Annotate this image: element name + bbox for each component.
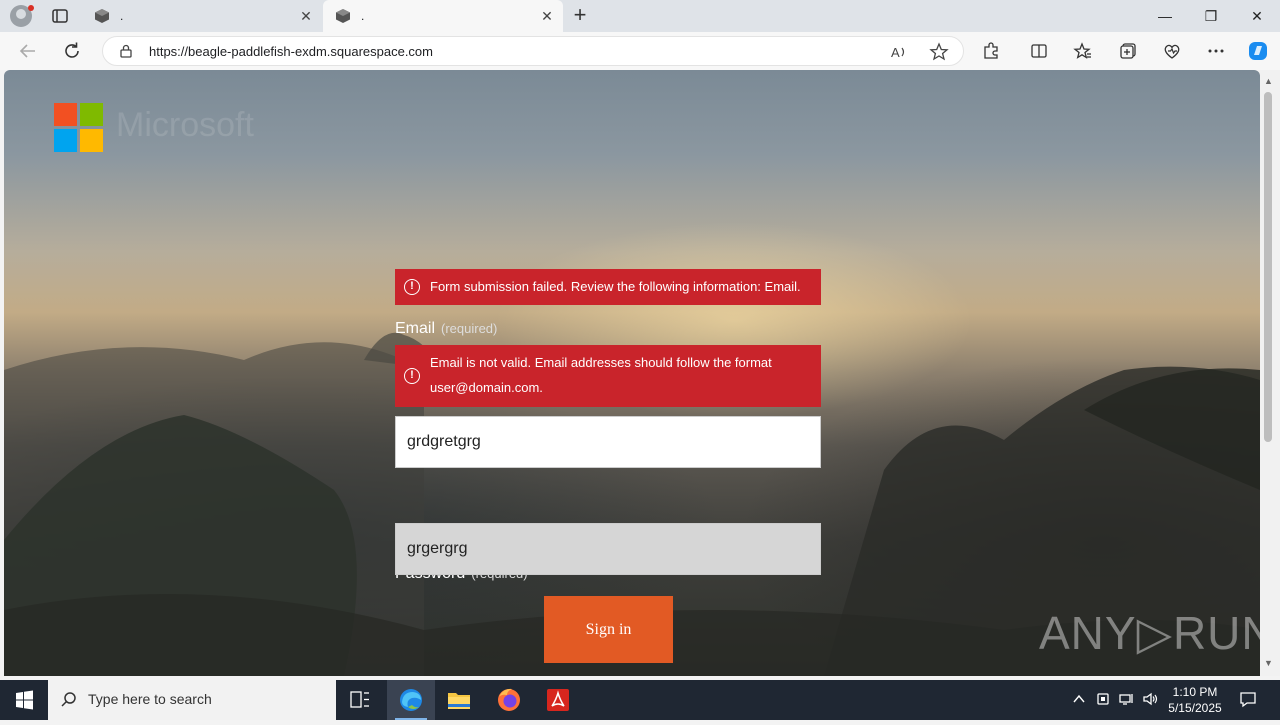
edge-browser-icon[interactable]	[387, 680, 435, 720]
favorite-star-icon[interactable]	[929, 42, 949, 62]
show-hidden-icons-chevron-icon[interactable]	[1070, 690, 1088, 708]
notification-dot	[28, 5, 34, 11]
task-view-icon[interactable]	[336, 680, 384, 720]
copilot-icon[interactable]	[1247, 40, 1269, 62]
brand-wordmark: Microsoft	[116, 106, 254, 144]
split-screen-icon[interactable]	[1029, 41, 1049, 61]
cube-icon	[336, 9, 350, 23]
clock-date: 5/15/2025	[1168, 701, 1222, 715]
form-error-text: Form submission failed. Review the follo…	[430, 279, 801, 294]
system-clock[interactable]: 1:10 PM 5/15/2025	[1160, 684, 1230, 716]
taskbar-search-box[interactable]: Type here to search	[48, 680, 336, 720]
tab-1[interactable]: . ✕	[82, 0, 322, 32]
collections-icon[interactable]	[1118, 41, 1138, 61]
email-error-line-2: user@domain.com.	[430, 380, 543, 395]
refresh-icon[interactable]	[60, 39, 84, 63]
clock-time: 1:10 PM	[1172, 685, 1218, 699]
page-viewport: Microsoft ! Form submission failed. Revi…	[4, 70, 1260, 676]
scroll-up-arrow-icon[interactable]: ▲	[1264, 76, 1273, 86]
close-window-icon[interactable]: ✕	[1234, 0, 1280, 32]
notifications-icon[interactable]	[1238, 689, 1258, 709]
minimize-icon[interactable]: —	[1142, 0, 1188, 32]
email-error-text: Email is not valid. Email addresses shou…	[430, 350, 772, 400]
scroll-down-arrow-icon[interactable]: ▼	[1264, 658, 1273, 668]
restore-icon[interactable]: ❐	[1188, 0, 1234, 32]
email-error-banner: ! Email is not valid. Email addresses sh…	[395, 345, 821, 407]
tab-actions-icon[interactable]	[50, 6, 70, 26]
page-scrollbar[interactable]: ▲ ▼	[1260, 70, 1280, 676]
read-aloud-icon[interactable]: A	[889, 42, 909, 62]
browser-essentials-icon[interactable]	[1162, 41, 1182, 61]
firefox-icon[interactable]	[485, 680, 533, 720]
new-tab-button[interactable]: +	[568, 4, 592, 28]
lock-icon[interactable]	[119, 44, 133, 58]
email-required-text: (required)	[441, 321, 498, 336]
error-icon: !	[404, 279, 420, 295]
scrollbar-thumb[interactable]	[1264, 92, 1272, 442]
close-tab-icon[interactable]: ✕	[539, 8, 555, 24]
tab-strip: . ✕ . ✕ + — ❐ ✕	[0, 0, 1280, 32]
volume-icon[interactable]	[1141, 690, 1159, 708]
taskbar: Type here to search 1:10 PM 5/15/2025	[0, 680, 1280, 720]
search-icon	[61, 692, 76, 707]
password-field[interactable]: grgergrg	[395, 523, 821, 575]
email-field[interactable]: grdgretgrg	[395, 416, 821, 468]
acrobat-reader-icon[interactable]	[534, 680, 582, 720]
tab-title: .	[361, 9, 365, 23]
cube-icon	[95, 9, 109, 23]
anyrun-watermark: ANY▷RUN	[1039, 607, 1260, 659]
svg-text:A: A	[891, 45, 900, 60]
address-bar[interactable]: https://beagle-paddlefish-exdm.squarespa…	[102, 36, 964, 66]
email-label-text: Email	[395, 320, 436, 337]
device-icon[interactable]	[1094, 690, 1112, 708]
network-icon[interactable]	[1117, 690, 1135, 708]
favorites-icon[interactable]	[1073, 41, 1093, 61]
email-label: Email (required)	[395, 320, 497, 338]
url-text[interactable]: https://beagle-paddlefish-exdm.squarespa…	[149, 44, 433, 59]
close-tab-icon[interactable]: ✕	[298, 8, 314, 24]
form-error-banner: ! Form submission failed. Review the fol…	[395, 269, 821, 305]
error-icon: !	[404, 368, 420, 384]
microsoft-logo-icon	[54, 103, 104, 153]
sign-in-button[interactable]: Sign in	[544, 596, 673, 663]
file-explorer-icon[interactable]	[435, 680, 483, 720]
search-placeholder: Type here to search	[88, 691, 212, 707]
tab-title: .	[120, 9, 124, 23]
tab-2[interactable]: . ✕	[323, 0, 563, 32]
back-arrow-icon[interactable]	[16, 39, 40, 63]
navigation-bar: https://beagle-paddlefish-exdm.squarespa…	[0, 32, 1280, 70]
windows-start-icon[interactable]	[0, 680, 48, 720]
email-error-line-1: Email is not valid. Email addresses shou…	[430, 355, 772, 370]
extensions-icon[interactable]	[981, 41, 1001, 61]
more-options-icon[interactable]	[1206, 41, 1226, 61]
